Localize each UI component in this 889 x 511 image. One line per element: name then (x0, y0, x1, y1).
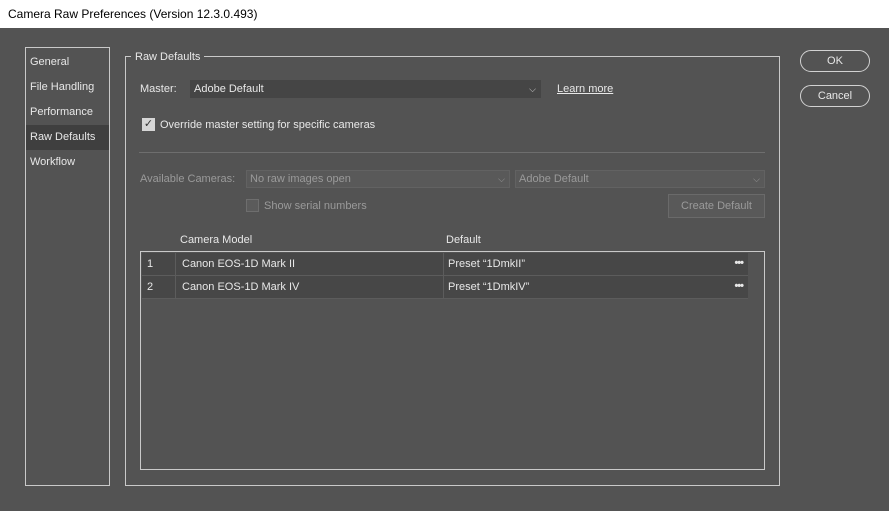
sidebar-item-general[interactable]: General (26, 50, 109, 75)
sidebar-item-raw-defaults[interactable]: Raw Defaults (26, 125, 109, 150)
camera-default-dropdown[interactable]: Adobe Default ⌵ (515, 170, 765, 188)
available-cameras-label: Available Cameras: (140, 173, 236, 185)
window-title: Camera Raw Preferences (Version 12.3.0.4… (0, 0, 889, 28)
separator (139, 152, 765, 153)
table-row[interactable]: 1 Canon EOS-1D Mark II Preset “1DmkII” •… (142, 253, 748, 276)
column-header-default[interactable]: Default (446, 233, 481, 247)
row-number: 2 (147, 281, 154, 293)
more-dots-icon[interactable]: ••• (734, 276, 744, 296)
master-label: Master: (140, 83, 177, 95)
chevron-down-icon: ⌵ (498, 174, 505, 184)
table-row[interactable]: 2 Canon EOS-1D Mark IV Preset “1DmkIV” •… (142, 276, 748, 299)
learn-more-link[interactable]: Learn more (557, 81, 613, 97)
group-legend: Raw Defaults (131, 50, 205, 64)
master-dropdown[interactable]: Adobe Default ⌵ (190, 80, 541, 98)
cancel-button[interactable]: Cancel (800, 85, 870, 107)
row-default: Preset “1DmkIV” (443, 276, 748, 298)
column-header-camera-model[interactable]: Camera Model (180, 233, 252, 247)
available-cameras-dropdown[interactable]: No raw images open ⌵ (246, 170, 510, 188)
override-checkbox[interactable]: ✓ (142, 118, 155, 131)
chevron-down-icon: ⌵ (529, 84, 536, 94)
sidebar-item-workflow[interactable]: Workflow (26, 150, 109, 175)
chevron-down-icon: ⌵ (753, 174, 760, 184)
sidebar-item-file-handling[interactable]: File Handling (26, 75, 109, 100)
row-default: Preset “1DmkII” (443, 253, 748, 275)
camera-default-value: Adobe Default (519, 173, 589, 185)
ok-button[interactable]: OK (800, 50, 870, 72)
row-camera-model: Canon EOS-1D Mark II (175, 253, 443, 275)
master-dropdown-value: Adobe Default (194, 83, 264, 95)
checkmark-icon: ✓ (143, 118, 154, 130)
more-dots-icon[interactable]: ••• (734, 253, 744, 273)
show-serial-checkbox[interactable] (246, 199, 259, 212)
preferences-sidebar: General File Handling Performance Raw De… (25, 47, 110, 486)
override-label: Override master setting for specific cam… (160, 119, 376, 131)
sidebar-item-performance[interactable]: Performance (26, 100, 109, 125)
camera-defaults-table: 1 Canon EOS-1D Mark II Preset “1DmkII” •… (140, 251, 765, 470)
create-default-button[interactable]: Create Default (668, 194, 765, 218)
show-serial-label: Show serial numbers (264, 200, 367, 212)
row-camera-model: Canon EOS-1D Mark IV (175, 276, 443, 298)
row-number: 1 (147, 258, 154, 270)
available-cameras-value: No raw images open (250, 173, 351, 185)
